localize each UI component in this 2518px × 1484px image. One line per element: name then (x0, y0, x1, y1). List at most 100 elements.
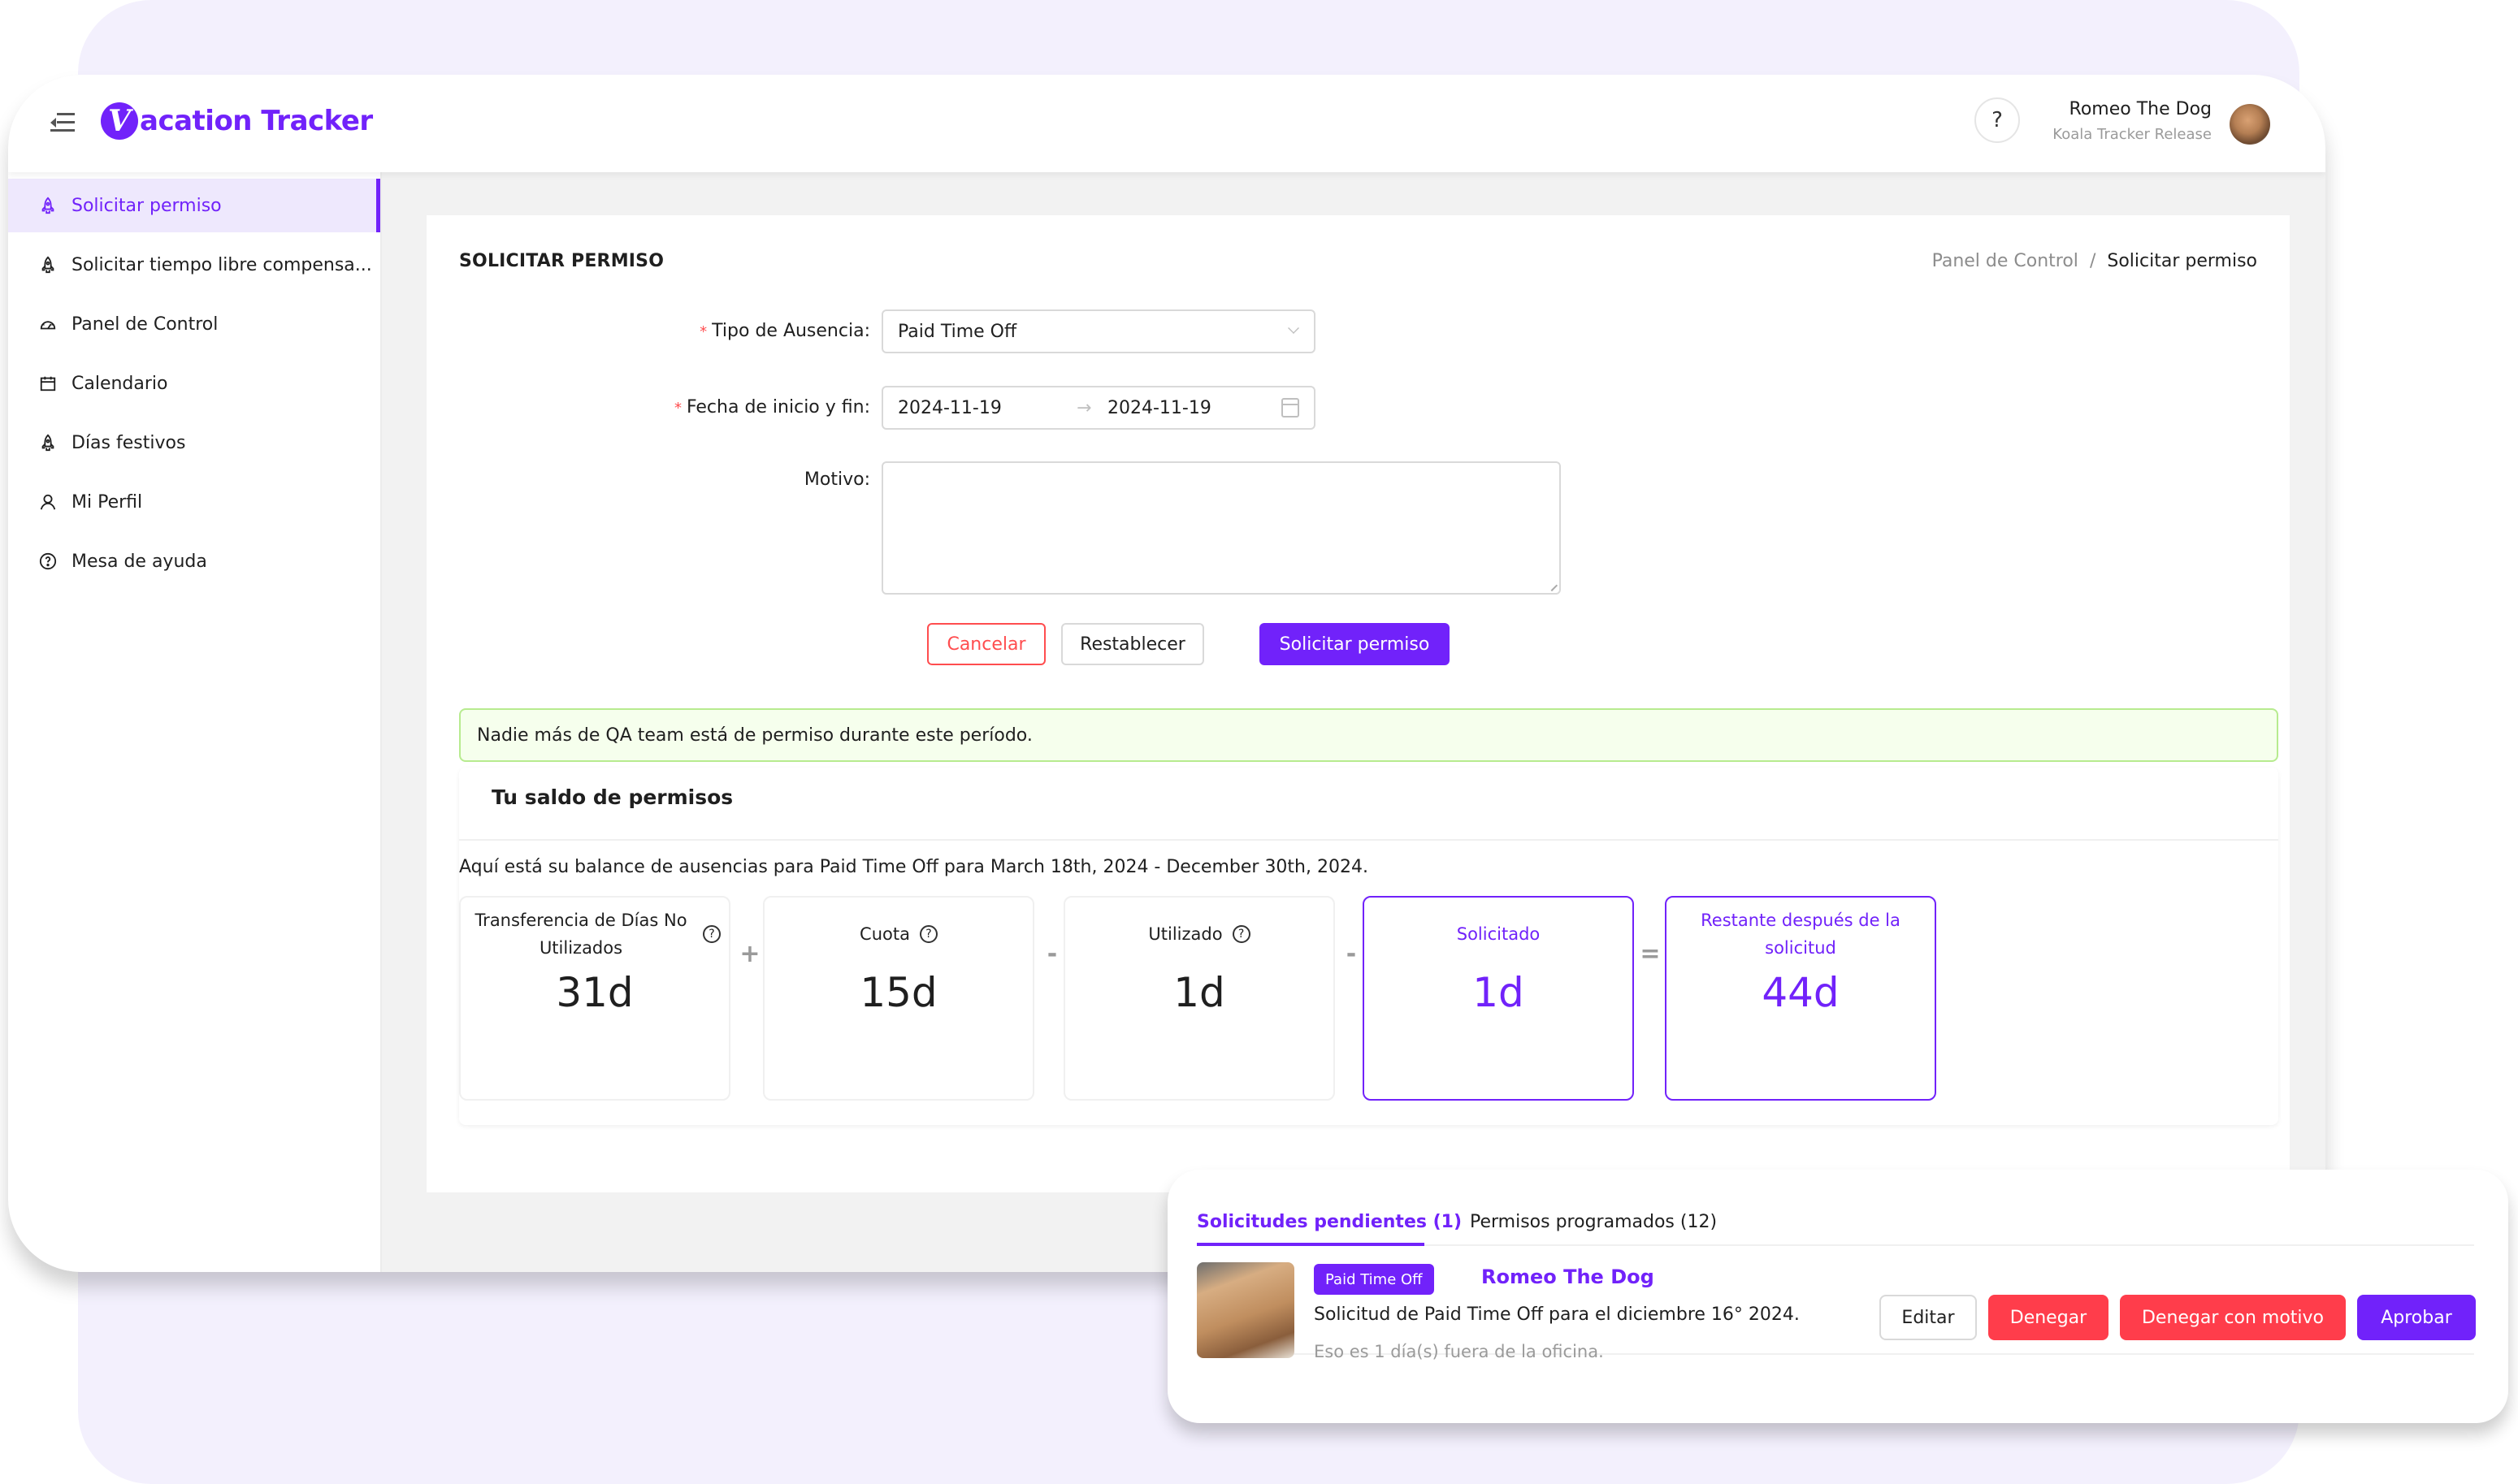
chevron-down-icon (1288, 322, 1299, 334)
help-icon[interactable]: ? (919, 925, 938, 943)
stat-value: 1d (1173, 969, 1225, 1016)
dashboard-icon (39, 315, 57, 333)
sidebar-item-mesa-de-ayuda[interactable]: Mesa de ayuda (8, 534, 380, 588)
breadcrumb-current: Solicitar permiso (2107, 251, 2257, 271)
menu-collapse-icon[interactable] (50, 112, 75, 133)
sidebar-item-label: Días festivos (72, 432, 186, 453)
requester-photo (1197, 1262, 1294, 1358)
leave-balance-panel: Tu saldo de permisos Aquí está su balanc… (459, 768, 2278, 1125)
stat-label: Solicitado (1456, 924, 1541, 944)
end-date-input[interactable]: 2024-11-19 (1107, 398, 1211, 418)
request-duration: Eso es 1 día(s) fuera de la oficina. (1314, 1342, 1604, 1361)
sidebar-item-mi-perfil[interactable]: Mi Perfil (8, 475, 380, 529)
leave-type-value: Paid Time Off (898, 321, 1017, 342)
user-icon (39, 493, 57, 511)
help-button[interactable]: ? (1974, 97, 2020, 143)
requester-name-link[interactable]: Romeo The Dog (1481, 1266, 1654, 1288)
date-range-label: * Fecha de inicio y fin: (674, 397, 870, 418)
user-name: Romeo The Dog (2069, 99, 2212, 119)
requests-tabs: Solicitudes pendientes (1) Permisos prog… (1197, 1199, 2474, 1246)
balance-description: Aquí está su balance de ausencias para P… (459, 857, 1368, 877)
sidebar-item-dias-festivos[interactable]: Días festivos (8, 416, 380, 469)
cancel-button[interactable]: Cancelar (927, 623, 1046, 665)
request-leave-card: SOLICITAR PERMISO Panel de Control / Solic… (427, 215, 2290, 1192)
stage: V acation Tracker ? Romeo The Dog Koala … (0, 0, 2518, 1484)
request-list-item: Paid Time Off Romeo The Dog Solicitud de… (1197, 1256, 2476, 1361)
arrow-right-icon: → (1077, 397, 1092, 418)
leave-type-select[interactable]: Paid Time Off (882, 309, 1315, 353)
stat-requested: Solicitado 1d (1363, 896, 1634, 1101)
sidebar-item-label: Solicitar permiso (72, 195, 222, 216)
stat-label: Utilizado (1148, 924, 1223, 944)
leave-type-label: * Tipo de Ausencia: (700, 321, 870, 341)
sidebar-item-label: Solicitar tiempo libre compensa... (72, 254, 372, 275)
minus-operator: - (1047, 940, 1058, 968)
help-icon[interactable]: ? (703, 925, 721, 943)
start-date-input[interactable]: 2024-11-19 (898, 398, 1077, 418)
stat-label: Restante después de la solicitud (1701, 911, 1900, 958)
top-header: V acation Tracker ? Romeo The Dog Koala … (8, 75, 2325, 172)
user-menu[interactable]: Romeo The Dog Koala Tracker Release (2052, 99, 2212, 143)
reset-button[interactable]: Restablecer (1061, 623, 1204, 665)
help-icon[interactable]: ? (1232, 925, 1250, 943)
leave-type-badge: Paid Time Off (1314, 1264, 1434, 1295)
reason-label: Motivo: (804, 469, 870, 490)
sidebar: Solicitar permiso Solicitar tiempo libre… (8, 172, 382, 1272)
active-tab-indicator (1197, 1243, 1424, 1246)
submit-request-button[interactable]: Solicitar permiso (1259, 623, 1450, 665)
tab-pending-requests[interactable]: Solicitudes pendientes (1) (1197, 1212, 1462, 1232)
reason-row: Motivo: (427, 461, 1561, 595)
tab-scheduled-leaves[interactable]: Permisos programados (12) (1470, 1212, 1717, 1232)
user-organization: Koala Tracker Release (2052, 126, 2212, 143)
stat-label: Transferencia de Días No Utilizados (475, 911, 687, 958)
page-title: SOLICITAR PERMISO (459, 251, 665, 271)
divider (459, 839, 2278, 841)
breadcrumb-parent-link[interactable]: Panel de Control (1932, 251, 2078, 271)
sidebar-item-label: Mesa de ayuda (72, 551, 207, 572)
alert-text: Nadie más de QA team está de permiso dur… (477, 725, 1033, 746)
edit-button[interactable]: Editar (1879, 1295, 1977, 1340)
sidebar-item-solicitar-tiempo-libre[interactable]: Solicitar tiempo libre compensa... (8, 238, 380, 292)
minus-operator: - (1346, 940, 1357, 968)
deny-button[interactable]: Denegar (1988, 1295, 2108, 1340)
request-description: Solicitud de Paid Time Off para el dicie… (1314, 1304, 1800, 1325)
stat-value: 1d (1472, 969, 1524, 1016)
reason-textarea[interactable] (882, 461, 1561, 595)
deny-with-reason-button[interactable]: Denegar con motivo (2120, 1295, 2346, 1340)
stat-value: 15d (860, 969, 938, 1016)
stat-rollover: Transferencia de Días No Utilizados? 31d (459, 896, 730, 1101)
pending-requests-panel: Solicitudes pendientes (1) Permisos prog… (1168, 1170, 2508, 1423)
stat-remaining: Restante después de la solicitud 44d (1665, 896, 1936, 1101)
leave-type-row: * Tipo de Ausencia: Paid Time Off (427, 309, 1315, 353)
team-availability-alert: Nadie más de QA team está de permiso dur… (459, 708, 2278, 762)
rocket-icon (39, 256, 57, 274)
breadcrumb: Panel de Control / Solicitar permiso (1932, 251, 2257, 271)
user-avatar[interactable] (2230, 104, 2270, 145)
app-logo[interactable]: V acation Tracker (101, 102, 373, 140)
rocket-icon (39, 197, 57, 214)
stat-value: 44d (1762, 969, 1840, 1016)
sidebar-item-panel-de-control[interactable]: Panel de Control (8, 297, 380, 351)
stat-quota: Cuota? 15d (763, 896, 1034, 1101)
breadcrumb-separator: / (2089, 251, 2096, 271)
sidebar-item-label: Panel de Control (72, 314, 219, 335)
stat-value: 31d (556, 969, 634, 1016)
balance-title: Tu saldo de permisos (492, 785, 734, 809)
sidebar-item-label: Mi Perfil (72, 491, 143, 513)
date-range-picker[interactable]: 2024-11-19 → 2024-11-19 (882, 386, 1315, 430)
app-window: V acation Tracker ? Romeo The Dog Koala … (8, 75, 2325, 1272)
plus-operator: + (739, 940, 761, 968)
resize-handle-icon[interactable] (1545, 579, 1558, 592)
sidebar-item-label: Calendario (72, 373, 168, 394)
sidebar-item-calendario[interactable]: Calendario (8, 357, 380, 410)
question-circle-icon (39, 552, 57, 570)
logo-mark-icon: V (101, 102, 138, 140)
sidebar-item-solicitar-permiso[interactable]: Solicitar permiso (8, 179, 380, 232)
rocket-icon (39, 434, 57, 452)
equals-operator: = (1640, 940, 1661, 968)
approve-button[interactable]: Aprobar (2357, 1295, 2476, 1340)
date-range-row: * Fecha de inicio y fin: 2024-11-19 → 202… (427, 386, 1315, 430)
stat-label: Cuota (860, 924, 910, 944)
stat-used: Utilizado? 1d (1064, 896, 1335, 1101)
calendar-icon (1281, 398, 1299, 418)
